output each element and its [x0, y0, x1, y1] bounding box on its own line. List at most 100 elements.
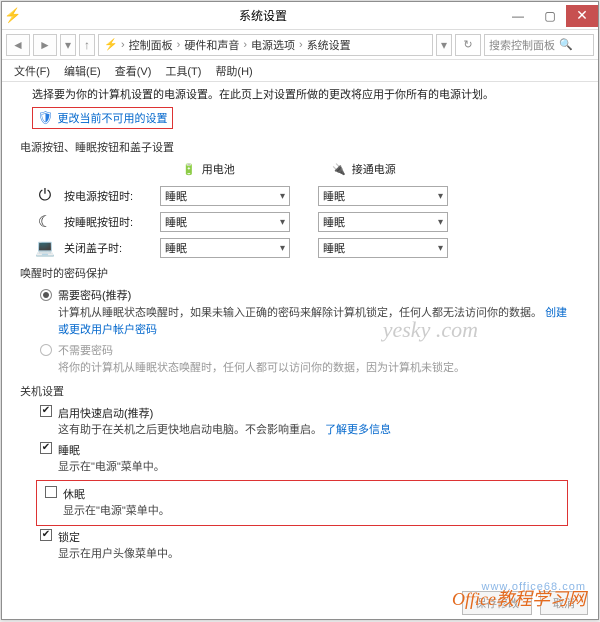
row-lid-label: 关闭盖子时:: [64, 240, 152, 256]
chevron-right-icon: ›: [121, 39, 125, 51]
lid-plugged-select[interactable]: 睡眠 ▾: [318, 238, 448, 258]
window-title: 系统设置: [24, 7, 502, 24]
battery-icon: 🔋: [182, 163, 196, 176]
menu-file[interactable]: 文件(F): [8, 61, 56, 81]
footer: 保存修改 取消: [462, 591, 588, 615]
content: 选择要为你的计算机设置的电源设置。在此页上对设置所做的更改将应用于你所有的电源计…: [2, 82, 598, 583]
menu-view[interactable]: 查看(V): [109, 61, 158, 81]
chevron-down-icon: ▾: [280, 243, 285, 254]
pw-required-desc: 计算机从睡眠状态唤醒时，如果未输入正确的密码来解除计算机锁定，任何人都无法访问你…: [58, 305, 568, 338]
change-unavailable-link[interactable]: 🛡 更改当前不可用的设置: [32, 107, 173, 129]
col-plugged: 🔌 接通电源: [332, 161, 462, 177]
window-controls: — ▢ ✕: [502, 5, 598, 27]
menu-help[interactable]: 帮助(H): [209, 61, 258, 81]
chevron-right-icon: ›: [177, 39, 181, 51]
sleep-btn-plugged-value: 睡眠: [323, 214, 345, 230]
maximize-button[interactable]: ▢: [534, 5, 566, 27]
app-icon: ⚡: [2, 7, 24, 24]
hibernate-desc: 显示在"电源"菜单中。: [63, 503, 563, 520]
search-input[interactable]: 搜索控制面板 🔍: [484, 34, 594, 56]
breadcrumb[interactable]: ⚡ › 控制面板 › 硬件和声音 › 电源选项 › 系统设置: [98, 34, 433, 56]
radio-off-icon: [40, 344, 52, 356]
chevron-right-icon: ›: [299, 39, 303, 51]
row-lid: 💻 关闭盖子时: 睡眠 ▾ 睡眠 ▾: [32, 237, 568, 259]
lid-icon: 💻: [34, 237, 56, 259]
checkbox-on-icon: [40, 405, 52, 417]
chevron-down-icon: ▾: [438, 191, 443, 202]
search-icon: 🔍: [559, 38, 573, 51]
refresh-button[interactable]: ↻: [455, 34, 481, 56]
chevron-down-icon: ▾: [280, 191, 285, 202]
col-battery-label: 用电池: [202, 161, 235, 177]
power-btn-plugged-value: 睡眠: [323, 188, 345, 204]
hibernate-highlight: 休眠 显示在"电源"菜单中。: [36, 480, 568, 527]
col-plugged-label: 接通电源: [352, 161, 396, 177]
forward-button[interactable]: ►: [33, 34, 57, 56]
row-sleep-button: ☾ 按睡眠按钮时: 睡眠 ▾ 睡眠 ▾: [32, 211, 568, 233]
titlebar: ⚡ 系统设置 — ▢ ✕: [2, 2, 598, 30]
chk-lock[interactable]: 锁定: [40, 529, 568, 545]
history-dropdown[interactable]: ▾: [60, 34, 76, 56]
breadcrumb-root-icon: ⚡: [102, 38, 120, 51]
menu-edit[interactable]: 编辑(E): [58, 61, 107, 81]
save-button[interactable]: 保存修改: [462, 591, 532, 615]
cancel-button[interactable]: 取消: [540, 591, 588, 615]
section-power-title: 电源按钮、睡眠按钮和盖子设置: [20, 139, 568, 155]
chk-sleep[interactable]: 睡眠: [40, 442, 568, 458]
breadcrumb-control-panel[interactable]: 控制面板: [126, 37, 176, 53]
menubar: 文件(F) 编辑(E) 查看(V) 工具(T) 帮助(H): [2, 60, 598, 82]
sleep-btn-battery-value: 睡眠: [165, 214, 187, 230]
power-column-headers: 🔋 用电池 🔌 接通电源: [32, 161, 568, 177]
back-button[interactable]: ◄: [6, 34, 30, 56]
chk-fast-startup[interactable]: 启用快速启动(推荐): [40, 405, 568, 421]
sleep-label: 睡眠: [58, 442, 80, 458]
chevron-down-icon: ▾: [280, 217, 285, 228]
sleep-btn-battery-select[interactable]: 睡眠 ▾: [160, 212, 290, 232]
power-btn-battery-select[interactable]: 睡眠 ▾: [160, 186, 290, 206]
checkbox-on-icon: [40, 529, 52, 541]
fast-startup-desc: 这有助于在关机之后更快地启动电脑。不会影响重启。 了解更多信息: [58, 422, 568, 439]
plug-icon: 🔌: [332, 163, 346, 176]
power-btn-plugged-select[interactable]: 睡眠 ▾: [318, 186, 448, 206]
row-power-label: 按电源按钮时:: [64, 188, 152, 204]
menu-tools[interactable]: 工具(T): [159, 61, 207, 81]
radio-on-icon: [40, 289, 52, 301]
pw-required-desc-text: 计算机从睡眠状态唤醒时，如果未输入正确的密码来解除计算机锁定，任何人都无法访问你…: [58, 307, 542, 319]
breadcrumb-hardware-sound[interactable]: 硬件和声音: [181, 37, 242, 53]
learn-more-link[interactable]: 了解更多信息: [325, 424, 391, 436]
power-btn-battery-value: 睡眠: [165, 188, 187, 204]
up-button[interactable]: ↑: [79, 34, 95, 56]
section-shutdown-title: 关机设置: [20, 383, 568, 399]
checkbox-off-icon: [45, 486, 57, 498]
navbar: ◄ ► ▾ ↑ ⚡ › 控制面板 › 硬件和声音 › 电源选项 › 系统设置 ▾…: [2, 30, 598, 60]
pw-not-required-desc: 将你的计算机从睡眠状态唤醒时，任何人都可以访问你的数据，因为计算机未锁定。: [58, 360, 568, 377]
hibernate-label: 休眠: [63, 486, 85, 502]
close-button[interactable]: ✕: [566, 5, 598, 27]
lid-battery-select[interactable]: 睡眠 ▾: [160, 238, 290, 258]
change-unavailable-label: 更改当前不可用的设置: [58, 110, 168, 126]
chk-hibernate[interactable]: 休眠: [45, 486, 563, 502]
window: ⚡ 系统设置 — ▢ ✕ ◄ ► ▾ ↑ ⚡ › 控制面板 › 硬件和声音 › …: [1, 1, 599, 620]
minimize-button[interactable]: —: [502, 5, 534, 27]
fast-startup-desc-text: 这有助于在关机之后更快地启动电脑。不会影响重启。: [58, 424, 322, 436]
search-placeholder: 搜索控制面板: [489, 37, 555, 53]
row-power-button: ⏻ 按电源按钮时: 睡眠 ▾ 睡眠 ▾: [32, 185, 568, 207]
lock-label: 锁定: [58, 529, 80, 545]
radio-pw-not-required[interactable]: 不需要密码: [40, 342, 568, 358]
row-sleep-label: 按睡眠按钮时:: [64, 214, 152, 230]
fast-startup-label: 启用快速启动(推荐): [58, 405, 153, 421]
chevron-down-icon: ▾: [438, 217, 443, 228]
breadcrumb-power-options[interactable]: 电源选项: [248, 37, 298, 53]
checkbox-on-icon: [40, 442, 52, 454]
breadcrumb-dropdown[interactable]: ▾: [436, 34, 452, 56]
pw-not-required-label: 不需要密码: [58, 342, 113, 358]
radio-pw-required[interactable]: 需要密码(推荐): [40, 287, 568, 303]
intro-text: 选择要为你的计算机设置的电源设置。在此页上对设置所做的更改将应用于你所有的电源计…: [32, 88, 568, 103]
sleep-btn-plugged-select[interactable]: 睡眠 ▾: [318, 212, 448, 232]
chevron-right-icon: ›: [243, 39, 247, 51]
chevron-down-icon: ▾: [438, 243, 443, 254]
breadcrumb-system-settings[interactable]: 系统设置: [304, 37, 354, 53]
power-icon: ⏻: [34, 185, 56, 207]
sleep-desc: 显示在"电源"菜单中。: [58, 459, 568, 476]
pw-required-label: 需要密码(推荐): [58, 287, 131, 303]
